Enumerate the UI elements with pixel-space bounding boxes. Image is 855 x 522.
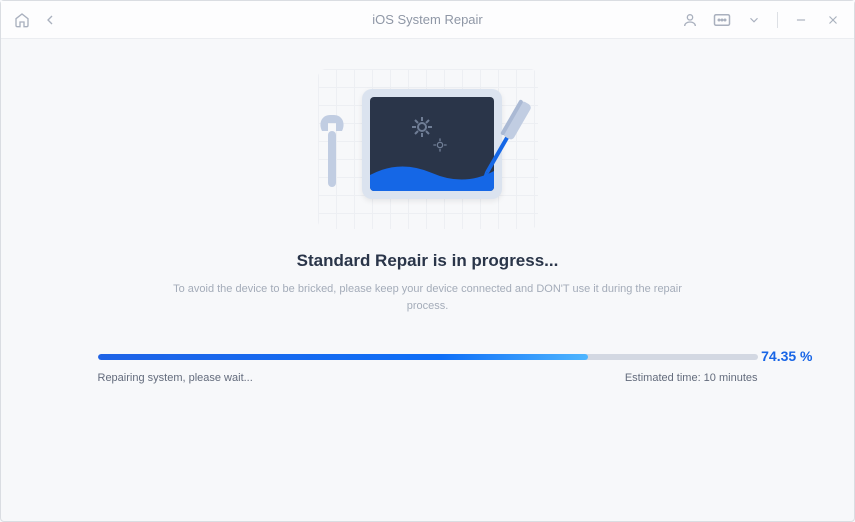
progress-percent: 74.35 % bbox=[761, 348, 812, 364]
wrench-icon bbox=[312, 109, 362, 204]
progress-area: 74.35 % Repairing system, please wait...… bbox=[98, 354, 758, 384]
progress-heading: Standard Repair is in progress... bbox=[1, 251, 854, 271]
back-icon[interactable] bbox=[41, 11, 59, 29]
repair-illustration bbox=[318, 69, 538, 229]
user-icon[interactable] bbox=[681, 11, 699, 29]
progress-estimated-time: Estimated time: 10 minutes bbox=[625, 372, 758, 384]
progress-bar-fill bbox=[98, 354, 589, 360]
minimize-button[interactable] bbox=[792, 11, 810, 29]
gear-icon bbox=[410, 115, 434, 144]
close-button[interactable] bbox=[824, 11, 842, 29]
chevron-down-icon[interactable] bbox=[745, 11, 763, 29]
progress-bar bbox=[98, 354, 758, 360]
window-title: iOS System Repair bbox=[372, 12, 483, 27]
feedback-icon[interactable] bbox=[713, 11, 731, 29]
progress-status-text: Repairing system, please wait... bbox=[98, 372, 253, 384]
gear-small-icon bbox=[432, 137, 448, 158]
titlebar-divider bbox=[777, 12, 778, 28]
home-icon[interactable] bbox=[13, 11, 31, 29]
progress-subtext: To avoid the device to be bricked, pleas… bbox=[158, 281, 698, 314]
main-content: Standard Repair is in progress... To avo… bbox=[1, 39, 854, 384]
screwdriver-icon bbox=[474, 93, 534, 198]
